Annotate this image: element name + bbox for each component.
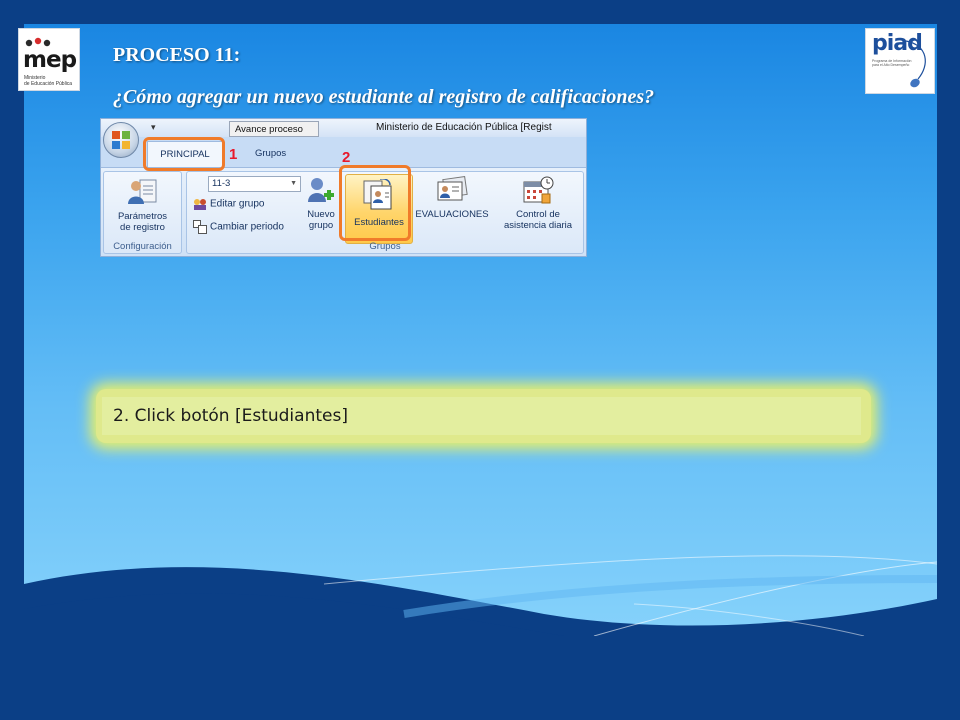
highlight-principal-tab [143,137,225,171]
piad-logo: piad Programa de Información para el Alt… [865,28,935,94]
mep-logo: mep Ministerio de Educación Pública [18,28,80,91]
instruction-text: 2. Click botón [Estudiantes] [113,406,348,426]
window-title: Ministerio de Educación Pública [Regist [376,122,552,133]
nuevo-grupo-label-line1: Nuevo [307,209,335,220]
mep-caption-line2: de Educación Pública [24,81,73,87]
attendance-calendar-icon [523,176,554,204]
callout-number-1: 1 [229,146,238,163]
cambiar-periodo-button[interactable]: Cambiar periodo [193,220,284,234]
mep-wordmark: mep [23,47,77,73]
parametros-label-line1: Parámetros [117,211,168,222]
evaluaciones-label: EVALUACIONES [415,209,489,220]
editar-grupo-button[interactable]: Editar grupo [193,198,264,210]
instruction-box-inner: 2. Click botón [Estudiantes] [102,397,861,435]
group-configuracion-label: Configuración [113,241,172,252]
tab-grupos[interactable]: Grupos [255,141,286,167]
grupo-select[interactable]: 11-3 ▼ [208,176,301,192]
control-label-line1: Control de [516,209,560,220]
edit-group-icon [194,199,206,210]
highlight-estudiantes-button [339,165,411,241]
mouse-cable-icon [905,40,926,88]
nuevo-grupo-label-line2: grupo [308,220,334,231]
control-asistencia-diaria-button[interactable]: Control de asistencia diaria [492,176,584,231]
slide: mep Ministerio de Educación Pública piad… [0,0,960,720]
nuevo-grupo-button[interactable]: Nuevo grupo [301,176,341,231]
parametros-label-line2: de registro [120,222,165,233]
control-label-line2: asistencia diaria [503,220,573,231]
group-grupos-label: Grupos [369,241,401,252]
parametros-de-registro-button[interactable]: Parámetros de registro [106,176,179,233]
grupo-select-value: 11-3 [212,178,231,189]
content-panel [24,24,937,636]
editar-grupo-label: Editar grupo [210,198,265,210]
chevron-down-icon: ▼ [290,180,297,187]
instruction-box: 2. Click botón [Estudiantes] [96,389,871,443]
cambiar-periodo-label: Cambiar periodo [210,221,284,233]
slide-subtitle: ¿Cómo agregar un nuevo estudiante al reg… [113,86,655,108]
quick-access-dropdown-icon[interactable]: ▾ [151,122,156,133]
evaluation-cards-icon [437,176,468,201]
calendar-switch-icon [193,220,207,234]
evaluaciones-button[interactable]: EVALUACIONES [412,176,492,220]
slide-title: PROCESO 11: [113,44,241,66]
wave-decoration [24,555,937,636]
settings-people-icon [127,179,156,204]
office-logo-icon [112,131,130,149]
callout-number-2: 2 [342,149,351,166]
group-configuracion: Parámetros de registro Configuración [103,171,182,254]
add-user-icon [308,178,334,202]
office-button[interactable] [103,122,139,158]
context-tab-avance-proceso[interactable]: Avance proceso [229,121,319,137]
